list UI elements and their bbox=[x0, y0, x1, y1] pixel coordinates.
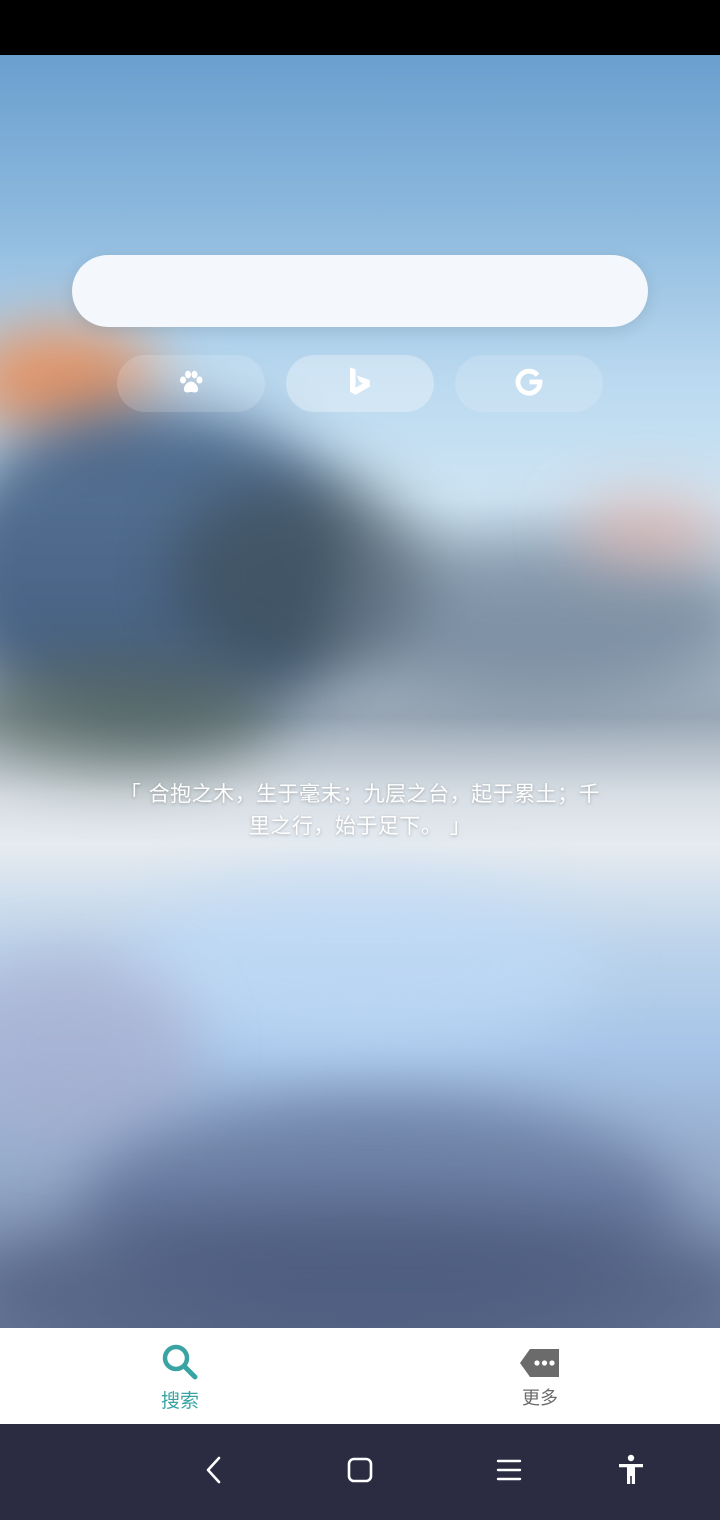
paw-icon bbox=[177, 368, 205, 400]
google-logo-icon bbox=[514, 367, 544, 401]
back-icon bbox=[202, 1455, 226, 1489]
home-icon bbox=[346, 1456, 374, 1488]
tab-search[interactable]: 搜索 bbox=[0, 1328, 360, 1424]
accessibility-icon bbox=[616, 1454, 646, 1490]
status-bar bbox=[0, 0, 720, 55]
baidu-engine-button[interactable] bbox=[117, 355, 265, 412]
tab-more-label: 更多 bbox=[522, 1388, 558, 1409]
more-tag-icon bbox=[519, 1346, 561, 1386]
app-screen: 「 合抱之木，生于毫末；九层之台，起于累土；千里之行，始于足下。 」 搜索 更多 bbox=[0, 0, 720, 1520]
recents-button[interactable] bbox=[489, 1452, 529, 1492]
blurred-wallpaper bbox=[0, 55, 720, 1328]
home-button[interactable] bbox=[340, 1452, 380, 1492]
tab-more[interactable]: 更多 bbox=[360, 1328, 720, 1424]
bing-engine-button[interactable] bbox=[286, 355, 434, 412]
search-input[interactable] bbox=[72, 255, 648, 327]
bottom-navigation: 搜索 更多 bbox=[0, 1328, 720, 1424]
search-icon bbox=[160, 1342, 200, 1382]
recents-icon bbox=[496, 1457, 522, 1487]
system-navigation-bar bbox=[0, 1424, 720, 1520]
accessibility-button[interactable] bbox=[611, 1452, 651, 1492]
back-button[interactable] bbox=[194, 1452, 234, 1492]
bing-logo-icon bbox=[346, 366, 374, 402]
google-engine-button[interactable] bbox=[455, 355, 603, 412]
tab-search-label: 搜索 bbox=[160, 1390, 199, 1412]
quote-text: 「 合抱之木，生于毫末；九层之台，起于累土；千里之行，始于足下。 」 bbox=[119, 782, 601, 838]
